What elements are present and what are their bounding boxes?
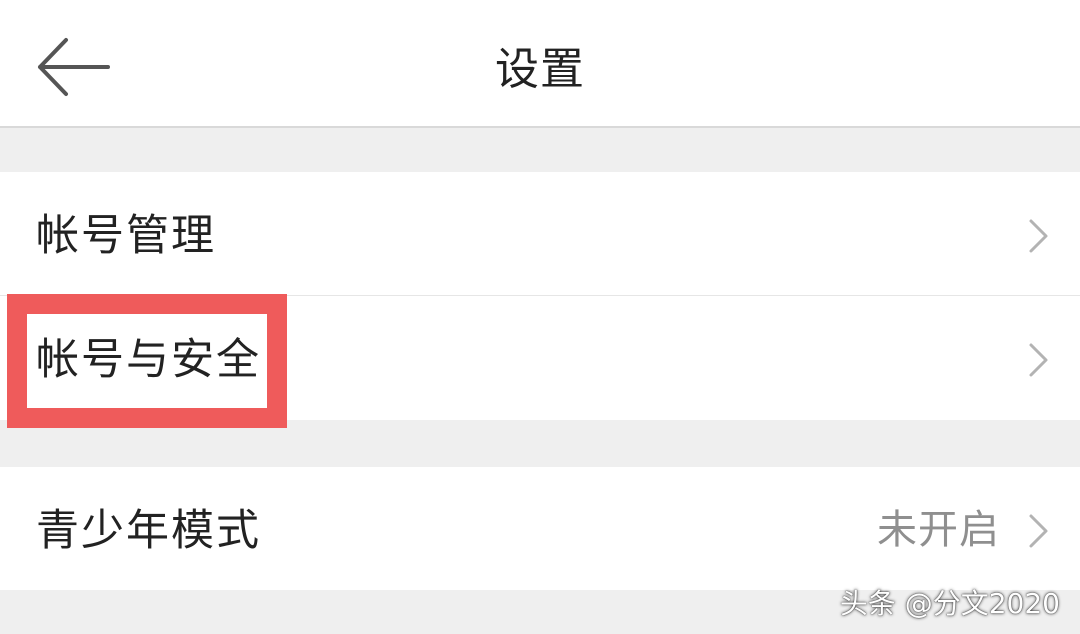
chevron-right-icon [1028, 513, 1050, 549]
settings-item-label: 帐号与安全 [36, 335, 261, 385]
settings-item-account-management[interactable]: 帐号管理 [0, 172, 1080, 296]
top-navigation-bar: 设置 [0, 0, 1080, 128]
settings-item-youth-mode[interactable]: 青少年模式 未开启 [0, 467, 1080, 590]
page-title: 设置 [495, 44, 585, 95]
settings-item-account-security[interactable]: 帐号与安全 [0, 296, 1080, 420]
arrow-left-icon [38, 38, 110, 96]
chevron-right-icon [1028, 218, 1050, 254]
settings-item-value: 未开启 [877, 507, 1000, 553]
back-button[interactable] [36, 36, 112, 100]
settings-item-label: 青少年模式 [36, 506, 261, 556]
settings-group-youth: 青少年模式 未开启 [0, 467, 1080, 590]
settings-group-account: 帐号管理 帐号与安全 [0, 172, 1080, 420]
settings-item-label: 帐号管理 [36, 211, 216, 261]
chevron-right-icon [1028, 342, 1050, 378]
